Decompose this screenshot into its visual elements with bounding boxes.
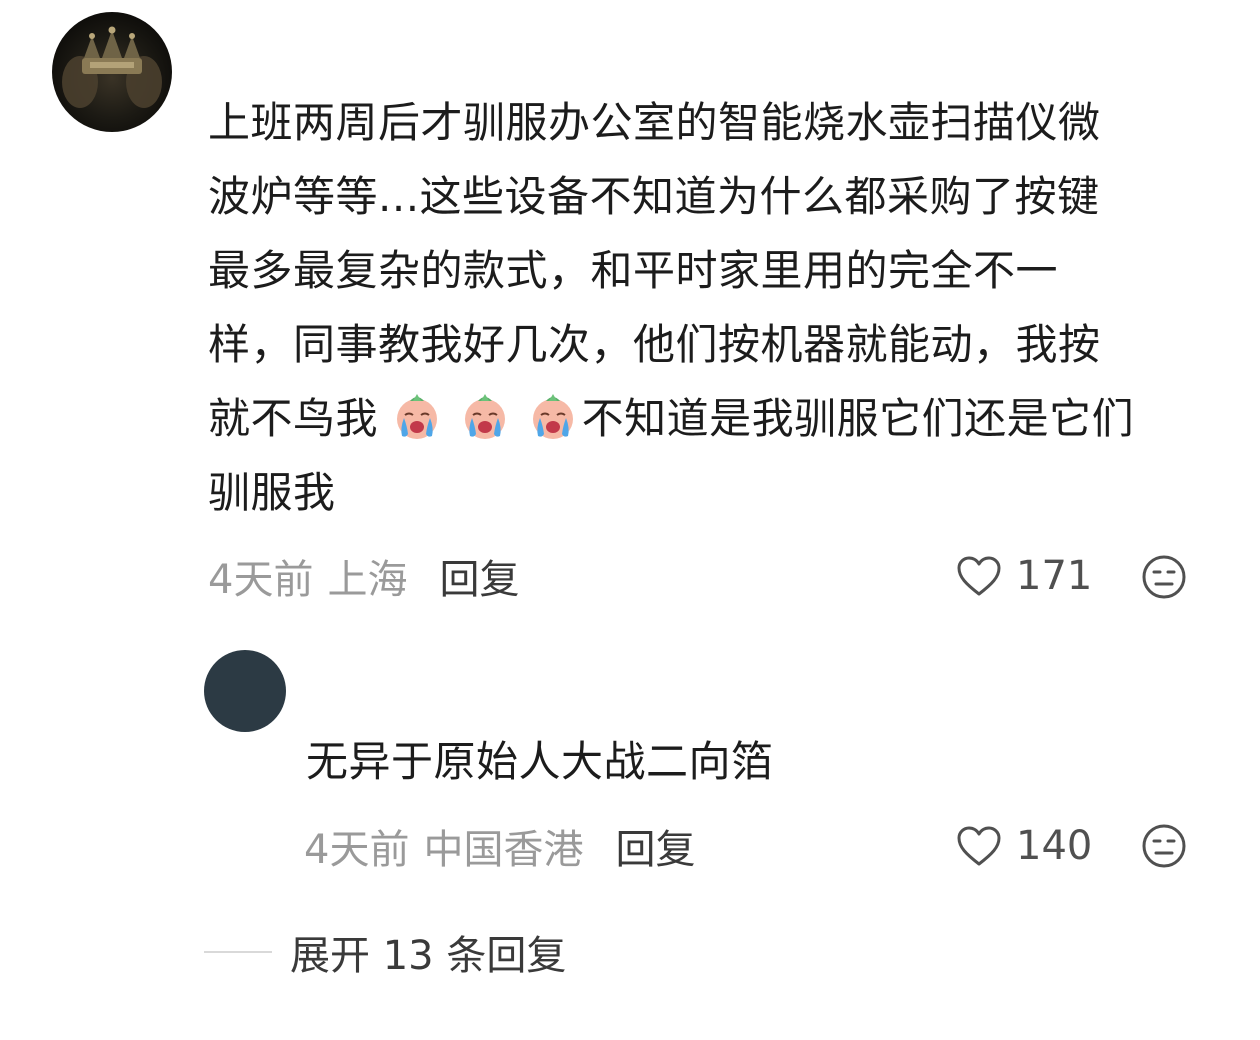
like-count: 171 [1016, 553, 1093, 599]
comment-meta: 4天前 上海 回复 [208, 548, 519, 604]
comment-thread: 上班两周后才驯服办公室的智能烧水壶扫描仪微 波炉等等...这些设备不知道为什么都… [0, 0, 1260, 1040]
comment-time: 4天前 [208, 557, 314, 603]
reply-reply-button[interactable]: 回复 [615, 817, 695, 875]
comment-line-end: 不知道是我驯服它们还是它们 [581, 394, 1135, 443]
comment-line: 波炉等等...这些设备不知道为什么都采购了按键 [208, 172, 1100, 221]
crying-face-icon [464, 394, 505, 439]
reply-avatar[interactable] [204, 650, 286, 732]
dislike-face-icon[interactable] [1141, 554, 1187, 600]
heart-icon [957, 556, 1001, 596]
comment-line: 样，同事教我好几次，他们按机器就能动，我按 [208, 320, 1101, 369]
reply-like-count: 140 [1016, 823, 1093, 869]
comment-location: 上海 [327, 557, 408, 603]
comment-line: 上班两周后才驯服办公室的智能烧水壶扫描仪微 [208, 98, 1101, 147]
reply-like-button[interactable]: 140 [956, 818, 1092, 874]
comment-line: 驯服我 [208, 468, 336, 517]
reply-location: 中国香港 [423, 827, 584, 873]
comment-line: 就不鸟我 不知道是我驯服它们还是它们 [208, 382, 1208, 456]
comment-body: 上班两周后才驯服办公室的智能烧水壶扫描仪微 波炉等等...这些设备不知道为什么都… [208, 86, 1208, 530]
reply-time: 4天前 [304, 827, 410, 873]
crown-image-icon [62, 26, 162, 108]
divider [204, 951, 272, 953]
crying-face-icon [532, 394, 573, 439]
heart-icon [957, 826, 1001, 866]
avatar[interactable] [52, 12, 172, 132]
reply-body: 无异于原始人大战二向箔 [306, 737, 774, 786]
dislike-face-icon[interactable] [1141, 823, 1187, 869]
reply-meta: 4天前 中国香港 回复 [304, 818, 695, 874]
expand-replies-button[interactable]: 展开 13 条回复 [204, 924, 566, 980]
crying-face-icon [396, 394, 437, 439]
comment-line-start: 就不鸟我 [208, 394, 379, 443]
expand-replies-label: 展开 13 条回复 [290, 933, 567, 979]
comment-line: 最多最复杂的款式，和平时家里用的完全不一 [208, 246, 1059, 295]
like-button[interactable]: 171 [956, 548, 1092, 604]
reply-button[interactable]: 回复 [439, 547, 519, 605]
